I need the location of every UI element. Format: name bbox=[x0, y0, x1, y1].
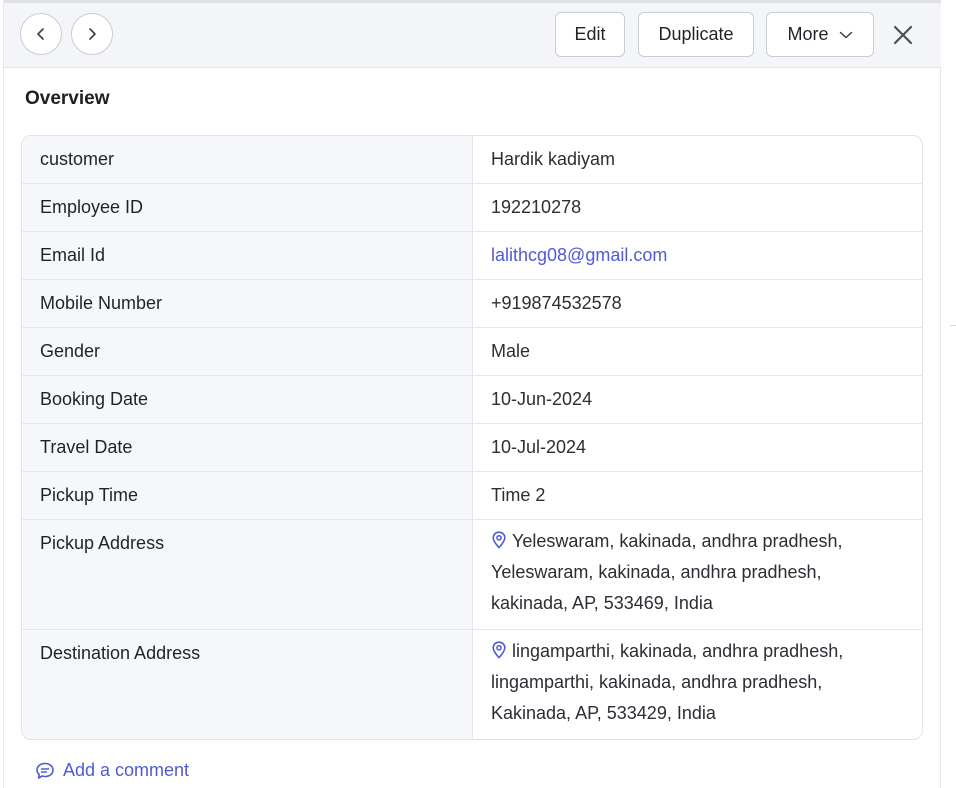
field-value-destination-address: lingamparthi, kakinada, andhra pradhesh,… bbox=[473, 630, 922, 739]
table-row: Booking Date 10-Jun-2024 bbox=[22, 375, 922, 423]
location-pin-icon bbox=[492, 531, 506, 549]
record-detail-panel: Edit Duplicate More Overview customer Ha… bbox=[3, 0, 941, 788]
field-label-pickup-time: Pickup Time bbox=[22, 472, 473, 519]
table-row: Email Id lalithcg08@gmail.com bbox=[22, 231, 922, 279]
field-value-pickup-address: Yeleswaram, kakinada, andhra pradhesh, Y… bbox=[473, 520, 922, 629]
more-button-label: More bbox=[787, 24, 829, 44]
location-pin-icon bbox=[492, 641, 506, 659]
add-comment-label: Add a comment bbox=[63, 760, 190, 780]
background-right-edge bbox=[940, 0, 956, 788]
previous-record-button[interactable] bbox=[20, 13, 62, 55]
duplicate-button[interactable]: Duplicate bbox=[638, 12, 754, 57]
close-button[interactable] bbox=[888, 20, 918, 50]
more-button[interactable]: More bbox=[766, 12, 874, 57]
next-record-button[interactable] bbox=[71, 13, 113, 55]
field-value-pickup-time: Time 2 bbox=[491, 485, 546, 505]
field-label-employee-id: Employee ID bbox=[22, 184, 473, 231]
field-label-mobile-number: Mobile Number bbox=[22, 280, 473, 327]
background-divider bbox=[950, 325, 956, 326]
field-label-pickup-address: Pickup Address bbox=[22, 520, 473, 629]
close-icon bbox=[893, 25, 913, 45]
field-value-booking-date: 10-Jun-2024 bbox=[491, 389, 593, 409]
field-label-email-id: Email Id bbox=[22, 232, 473, 279]
table-row: customer Hardik kadiyam bbox=[22, 136, 922, 183]
field-label-booking-date: Booking Date bbox=[22, 376, 473, 423]
field-label-gender: Gender bbox=[22, 328, 473, 375]
comment-icon bbox=[36, 762, 54, 779]
table-row: Pickup Address Yeleswaram, kakinada, and… bbox=[22, 519, 922, 629]
destination-address-text: lingamparthi, kakinada, andhra pradhesh,… bbox=[491, 641, 844, 723]
add-comment-link[interactable]: Add a comment bbox=[35, 760, 189, 781]
table-row: Employee ID 192210278 bbox=[22, 183, 922, 231]
field-value-mobile-number: +919874532578 bbox=[491, 293, 622, 313]
field-label-customer: customer bbox=[22, 136, 473, 183]
chevron-left-icon bbox=[37, 28, 44, 40]
table-row: Gender Male bbox=[22, 327, 922, 375]
table-row: Travel Date 10-Jul-2024 bbox=[22, 423, 922, 471]
field-value-travel-date: 10-Jul-2024 bbox=[491, 437, 587, 457]
overview-table: customer Hardik kadiyam Employee ID 1922… bbox=[21, 135, 923, 740]
edit-button[interactable]: Edit bbox=[555, 12, 625, 57]
field-label-travel-date: Travel Date bbox=[22, 424, 473, 471]
field-value-employee-id: 192210278 bbox=[491, 197, 582, 217]
chevron-right-icon bbox=[89, 28, 96, 40]
overview-heading: Overview bbox=[25, 88, 110, 109]
chevron-down-icon bbox=[839, 31, 852, 38]
field-label-destination-address: Destination Address bbox=[22, 630, 473, 739]
field-value-email-id: lalithcg08@gmail.com bbox=[473, 232, 922, 279]
detail-toolbar: Edit Duplicate More bbox=[4, 0, 941, 68]
table-row: Pickup Time Time 2 bbox=[22, 471, 922, 519]
pickup-address-text: Yeleswaram, kakinada, andhra pradhesh, Y… bbox=[491, 531, 843, 613]
table-row: Destination Address lingamparthi, kakina… bbox=[22, 629, 922, 739]
email-link[interactable]: lalithcg08@gmail.com bbox=[491, 245, 667, 265]
field-value-gender: Male bbox=[491, 341, 531, 361]
table-row: Mobile Number +919874532578 bbox=[22, 279, 922, 327]
field-value-customer: Hardik kadiyam bbox=[491, 149, 616, 169]
